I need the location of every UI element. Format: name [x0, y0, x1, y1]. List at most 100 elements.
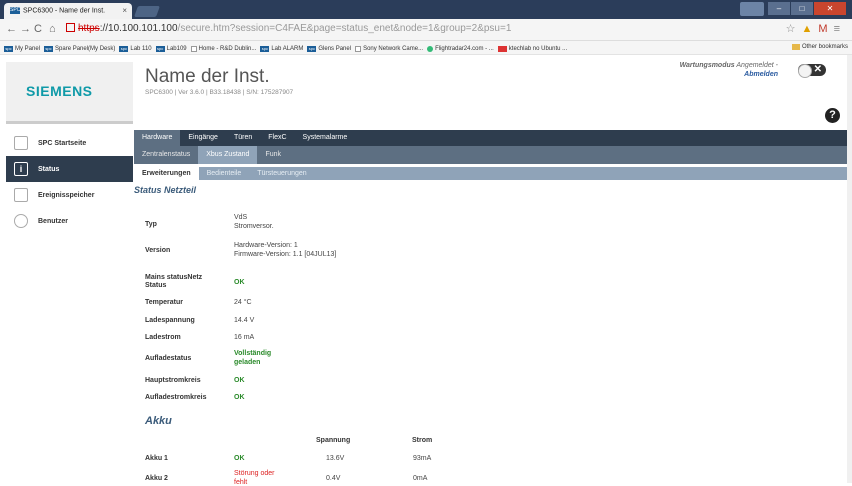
bookmarks-bar: spc My Panel spc Spare Panel(My Desk) spc L… — [0, 41, 852, 55]
akku-1-label: Akku 1 — [145, 455, 168, 462]
logout-link[interactable]: Abmelden — [744, 71, 778, 78]
version-label: Version — [145, 247, 171, 254]
page-scrollbar[interactable] — [847, 55, 852, 483]
profile-icon[interactable] — [740, 2, 764, 16]
reload-icon[interactable]: C — [34, 23, 42, 35]
new-tab-button[interactable] — [133, 6, 161, 17]
mains-status-label-1: Mains statusNetz — [145, 274, 203, 281]
typ-value-1: VdS — [234, 214, 248, 221]
bookmark-item[interactable]: spc Spare Panel(My Desk) — [44, 44, 115, 54]
aufladestromkreis-label: Aufladestromkreis — [145, 394, 207, 401]
menu-icon[interactable]: ≡ — [834, 23, 846, 35]
insecure-lock-icon — [66, 23, 75, 32]
tab-eingaenge[interactable]: Eingänge — [180, 130, 226, 146]
mains-status-value: OK — [234, 279, 245, 286]
minimize-icon[interactable]: – — [768, 2, 790, 15]
url-host: ://10.100.101.100 — [99, 23, 178, 34]
siemens-logo: SIEMENS — [26, 83, 93, 99]
col-header-strom: Strom — [412, 437, 433, 444]
aufladestatus-label: Aufladestatus — [145, 355, 192, 362]
sidebar-item-status[interactable]: i Status — [6, 156, 133, 182]
browser-tab[interactable]: SPC SPC6300 - Name der Inst. × — [4, 3, 132, 19]
tab-systemalarme[interactable]: Systemalarme — [295, 130, 356, 146]
url-field[interactable]: https://10.100.101.100/secure.htm?sessio… — [66, 23, 511, 34]
bookmark-item[interactable]: Sony Network Came... — [355, 44, 423, 54]
nav-level1: Hardware Eingänge Türen FlexC Systemalar… — [134, 130, 852, 146]
other-bookmarks[interactable]: Other bookmarks — [791, 44, 848, 50]
page-icon — [355, 46, 362, 52]
bookmark-item[interactable]: Flightradar24.com - ... — [427, 44, 494, 54]
sidebar-item-benutzer[interactable]: Benutzer — [6, 208, 133, 234]
installation-subtitle: SPC6300 | Ver 3.6.0 | B33.18438 | S/N: 1… — [145, 89, 294, 96]
youtube-icon — [497, 46, 507, 52]
maximize-icon[interactable]: □ — [791, 2, 813, 15]
typ-label: Typ — [145, 221, 157, 228]
aufladestatus-value-2: geladen — [234, 359, 261, 366]
tab-xbus-zustand[interactable]: Xbus Zustand — [198, 146, 258, 164]
spc-icon: spc — [155, 46, 165, 52]
tab-tueren[interactable]: Türen — [226, 130, 260, 146]
forward-icon[interactable]: → — [20, 23, 31, 35]
spc-icon: spc — [44, 46, 54, 52]
akku-2-spannung: 0.4V — [326, 475, 341, 482]
url-scheme: https — [78, 23, 100, 34]
document-icon — [14, 188, 28, 202]
bookmark-item[interactable]: spc Glens Panel — [307, 44, 351, 54]
bookmark-item[interactable]: Home - R&D Dublin... — [190, 44, 256, 54]
browser-tab-bar: SPC SPC6300 - Name der Inst. × – □ ✕ — [0, 0, 852, 19]
user-icon — [14, 214, 28, 228]
akku-2-strom: 0mA — [413, 475, 428, 482]
tab-funk[interactable]: Funk — [257, 146, 289, 164]
bookmark-item[interactable]: spc Lab109 — [155, 44, 187, 54]
aufladestatus-value-1: Vollständig — [234, 350, 272, 357]
help-icon[interactable]: ? — [825, 108, 840, 123]
akku-1-spannung: 13.6V — [326, 455, 345, 462]
akku-1-strom: 93mA — [413, 455, 432, 462]
ladespannung-label: Ladespannung — [145, 317, 195, 324]
extension-warning-icon[interactable]: ▲ — [802, 23, 819, 35]
star-icon[interactable]: ☆ — [786, 23, 802, 35]
akku-1-status: OK — [234, 455, 245, 462]
tab-erweiterungen[interactable]: Erweiterungen — [134, 167, 199, 180]
typ-value-2: Stromversor. — [234, 223, 274, 230]
ladestrom-value: 16 mA — [234, 334, 255, 341]
section-title-akku: Akku — [145, 415, 172, 427]
address-bar-row: ← → C ⌂ https://10.100.101.100/secure.ht… — [0, 19, 852, 41]
url-path: /secure.htm?session=C4FAE&page=status_en… — [177, 23, 512, 34]
tab-flexc[interactable]: FlexC — [260, 130, 294, 146]
temperatur-value: 24 °C — [234, 299, 252, 306]
close-tab-icon[interactable]: × — [122, 6, 127, 15]
mode-status: Wartungsmodus Angemeldet - — [679, 62, 778, 69]
sidebar: SPC Startseite i Status Ereignisspeicher … — [6, 130, 133, 234]
hardware-version: Hardware-Version: 1 — [234, 242, 298, 249]
tab-tuersteuerungen[interactable]: Türsteuerungen — [249, 167, 314, 180]
bookmark-item[interactable]: spc Lab ALARM — [260, 44, 303, 54]
spc-icon: spc — [260, 46, 270, 52]
aufladestromkreis-value: OK — [234, 394, 245, 401]
sidebar-item-startseite[interactable]: SPC Startseite — [6, 130, 133, 156]
close-icon[interactable]: ✕ — [814, 64, 822, 75]
spc-icon: spc — [307, 46, 317, 52]
installation-name: Name der Inst. — [145, 66, 270, 87]
nav-level2: Zentralenstatus Xbus Zustand Funk — [134, 146, 852, 164]
spc-favicon-icon: SPC — [10, 7, 21, 14]
info-icon: i — [14, 162, 28, 176]
bookmark-item[interactable]: spc My Panel — [4, 44, 40, 54]
tab-zentralenstatus[interactable]: Zentralenstatus — [134, 146, 198, 164]
akku-2-status: Störung oder — [234, 470, 275, 477]
gmail-icon[interactable]: M — [818, 23, 833, 35]
temperatur-label: Temperatur — [145, 299, 183, 306]
spc-icon: spc — [119, 46, 129, 52]
nav-level3: Erweiterungen Bedienteile Türsteuerungen — [134, 167, 852, 180]
sidebar-item-ereignisspeicher[interactable]: Ereignisspeicher — [6, 182, 133, 208]
bookmark-item[interactable]: ktechlab no Ubuntu ... — [497, 44, 567, 54]
back-icon[interactable]: ← — [6, 23, 17, 35]
ladestrom-label: Ladestrom — [145, 334, 181, 341]
col-header-spannung: Spannung — [316, 437, 351, 444]
tab-bedienteile[interactable]: Bedienteile — [199, 167, 250, 180]
bookmark-item[interactable]: spc Lab 110 — [119, 44, 152, 54]
close-window-icon[interactable]: ✕ — [814, 2, 846, 15]
home-icon[interactable]: ⌂ — [49, 23, 56, 35]
folder-icon — [791, 44, 800, 50]
tab-hardware[interactable]: Hardware — [134, 130, 181, 146]
